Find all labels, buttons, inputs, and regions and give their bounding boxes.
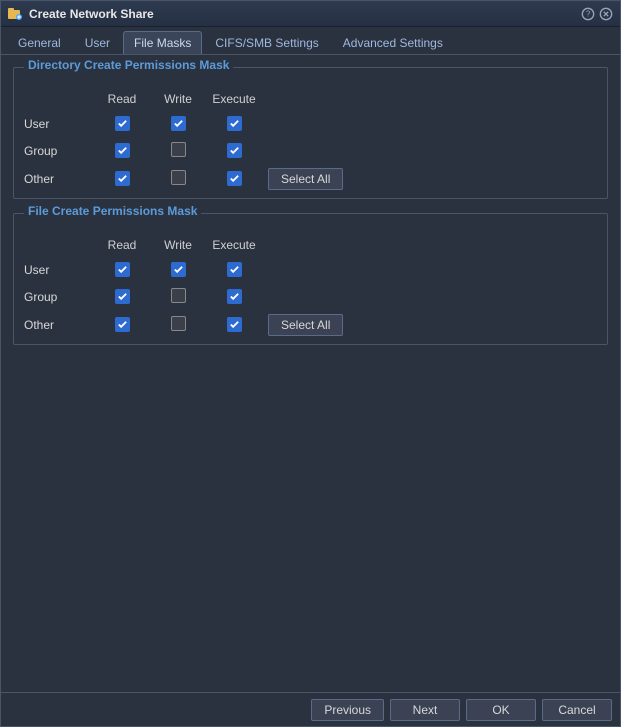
tab-cifs-smb-settings[interactable]: CIFS/SMB Settings	[204, 31, 329, 54]
dir-other-write[interactable]	[171, 170, 186, 185]
close-icon[interactable]	[598, 6, 614, 22]
file-other-execute[interactable]	[227, 317, 242, 332]
dir-group-execute[interactable]	[227, 143, 242, 158]
dialog-create-network-share: Create Network Share ? General User File…	[0, 0, 621, 727]
share-folder-icon	[7, 6, 23, 22]
titlebar: Create Network Share ?	[1, 1, 620, 27]
next-button[interactable]: Next	[390, 699, 460, 721]
dir-other-execute[interactable]	[227, 171, 242, 186]
row-other-2: Other	[24, 318, 94, 332]
file-group-execute[interactable]	[227, 289, 242, 304]
file-user-write[interactable]	[171, 262, 186, 277]
col-read-2: Read	[94, 238, 150, 252]
dir-group-write[interactable]	[171, 142, 186, 157]
help-icon[interactable]: ?	[580, 6, 596, 22]
col-write: Write	[150, 92, 206, 106]
previous-button[interactable]: Previous	[311, 699, 384, 721]
tab-advanced-settings[interactable]: Advanced Settings	[332, 31, 454, 54]
dialog-title: Create Network Share	[29, 7, 578, 21]
tab-file-masks[interactable]: File Masks	[123, 31, 202, 54]
tabbar: General User File Masks CIFS/SMB Setting…	[1, 27, 620, 55]
col-read: Read	[94, 92, 150, 106]
dir-user-execute[interactable]	[227, 116, 242, 131]
legend-file-mask: File Create Permissions Mask	[24, 204, 201, 218]
file-group-write[interactable]	[171, 288, 186, 303]
row-group-2: Group	[24, 290, 94, 304]
col-execute-2: Execute	[206, 238, 262, 252]
row-group: Group	[24, 144, 94, 158]
dir-other-read[interactable]	[115, 171, 130, 186]
dir-select-all-button[interactable]: Select All	[268, 168, 343, 190]
fieldset-file-mask: File Create Permissions Mask Read Write …	[13, 213, 608, 345]
dir-group-read[interactable]	[115, 143, 130, 158]
file-select-all-button[interactable]: Select All	[268, 314, 343, 336]
file-user-execute[interactable]	[227, 262, 242, 277]
dialog-body: Directory Create Permissions Mask Read W…	[1, 55, 620, 692]
dir-user-read[interactable]	[115, 116, 130, 131]
fieldset-directory-mask: Directory Create Permissions Mask Read W…	[13, 67, 608, 199]
tab-general[interactable]: General	[7, 31, 72, 54]
col-write-2: Write	[150, 238, 206, 252]
ok-button[interactable]: OK	[466, 699, 536, 721]
cancel-button[interactable]: Cancel	[542, 699, 612, 721]
row-other: Other	[24, 172, 94, 186]
col-execute: Execute	[206, 92, 262, 106]
file-group-read[interactable]	[115, 289, 130, 304]
svg-text:?: ?	[586, 9, 591, 18]
row-user: User	[24, 117, 94, 131]
file-other-read[interactable]	[115, 317, 130, 332]
file-user-read[interactable]	[115, 262, 130, 277]
file-other-write[interactable]	[171, 316, 186, 331]
dir-user-write[interactable]	[171, 116, 186, 131]
tab-user[interactable]: User	[74, 31, 121, 54]
legend-directory-mask: Directory Create Permissions Mask	[24, 58, 233, 72]
dialog-footer: Previous Next OK Cancel	[1, 692, 620, 726]
row-user-2: User	[24, 263, 94, 277]
